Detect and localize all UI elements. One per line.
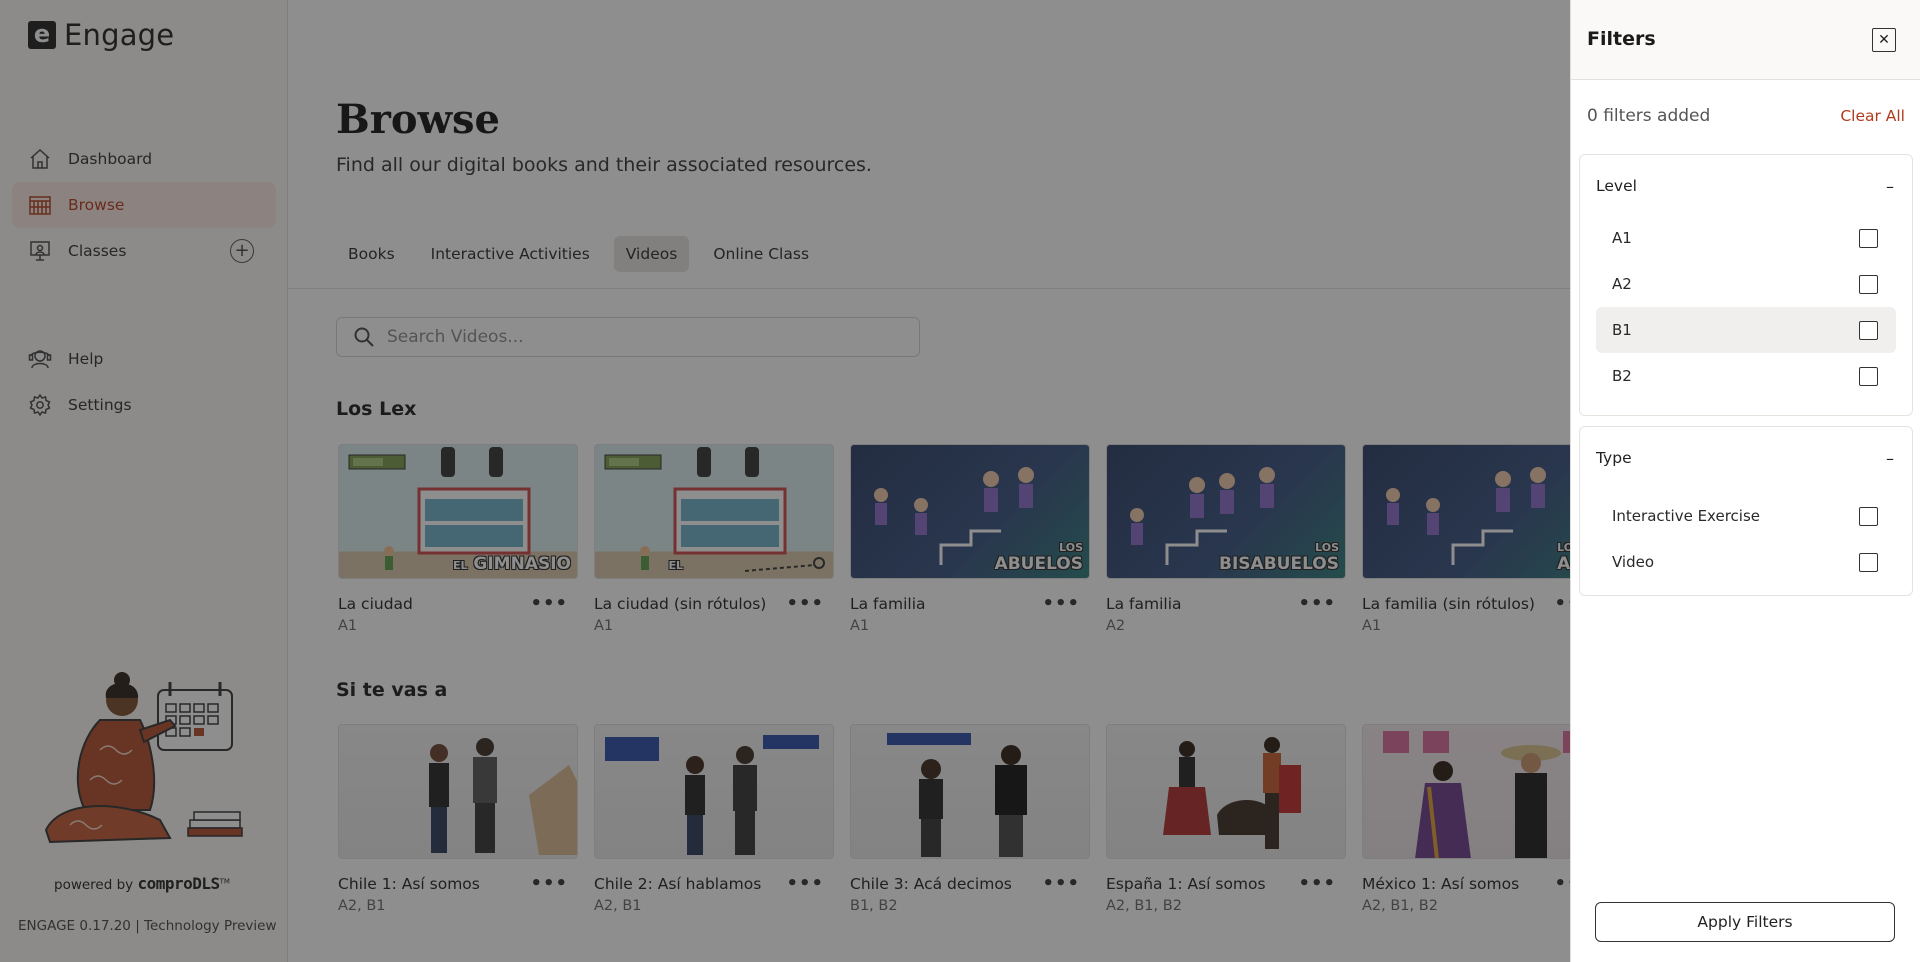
filters-count: 0 filters added	[1587, 106, 1711, 126]
filter-option-a2[interactable]: A2	[1596, 261, 1896, 307]
filter-option-label: B2	[1612, 367, 1632, 385]
close-icon: ✕	[1878, 32, 1890, 48]
filter-group-title: Type	[1596, 449, 1632, 467]
filter-group-title: Level	[1596, 177, 1637, 195]
modal-backdrop[interactable]	[0, 0, 1570, 962]
checkbox[interactable]	[1859, 507, 1878, 526]
checkbox[interactable]	[1859, 275, 1878, 294]
filter-group-level: Level – A1 A2 B1 B2	[1579, 154, 1913, 416]
filters-count-row: 0 filters added Clear All	[1587, 106, 1905, 126]
filters-header: Filters ✕	[1571, 0, 1920, 80]
filter-option-label: B1	[1612, 321, 1632, 339]
checkbox[interactable]	[1859, 367, 1878, 386]
checkbox[interactable]	[1859, 321, 1878, 340]
filter-option-label: A2	[1612, 275, 1632, 293]
filter-option-interactive-exercise[interactable]: Interactive Exercise	[1596, 493, 1896, 539]
filters-title: Filters	[1587, 28, 1656, 50]
filter-option-label: A1	[1612, 229, 1632, 247]
collapse-icon[interactable]: –	[1886, 177, 1894, 196]
filter-option-video[interactable]: Video	[1596, 539, 1896, 585]
collapse-icon[interactable]: –	[1886, 449, 1894, 468]
filter-option-label: Interactive Exercise	[1612, 507, 1760, 525]
clear-all-link[interactable]: Clear All	[1840, 107, 1905, 125]
filter-option-label: Video	[1612, 553, 1655, 571]
checkbox[interactable]	[1859, 229, 1878, 248]
filter-group-header[interactable]: Level –	[1580, 155, 1912, 215]
checkbox[interactable]	[1859, 553, 1878, 572]
filter-group-type: Type – Interactive Exercise Video	[1579, 426, 1913, 596]
close-filters-button[interactable]: ✕	[1872, 28, 1896, 52]
apply-filters-button[interactable]: Apply Filters	[1595, 902, 1895, 942]
filter-option-b2[interactable]: B2	[1596, 353, 1896, 399]
filters-panel: Filters ✕ 0 filters added Clear All Leve…	[1570, 0, 1920, 962]
filter-group-header[interactable]: Type –	[1580, 427, 1912, 487]
filter-option-a1[interactable]: A1	[1596, 215, 1896, 261]
filter-option-b1[interactable]: B1	[1596, 307, 1896, 353]
